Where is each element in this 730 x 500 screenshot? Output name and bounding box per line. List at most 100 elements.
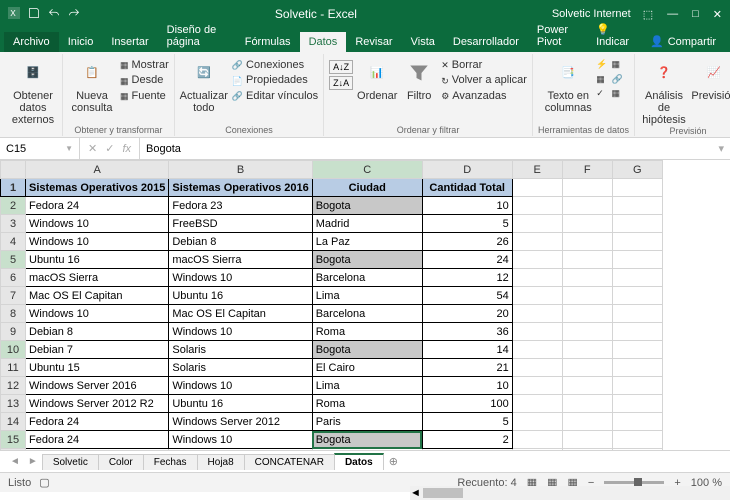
row-header[interactable]: 1 [1, 179, 26, 197]
horizontal-scrollbar[interactable]: ◄ [410, 486, 730, 500]
cell[interactable] [512, 197, 562, 215]
cell[interactable]: Roma [312, 323, 422, 341]
cell[interactable]: Windows Server 2016 [26, 377, 169, 395]
tab-inicio[interactable]: Inicio [59, 32, 103, 52]
minimize-icon[interactable]: — [667, 8, 678, 21]
cell[interactable]: Windows 10 [26, 305, 169, 323]
cell[interactable] [512, 359, 562, 377]
row-header[interactable]: 5 [1, 251, 26, 269]
cell[interactable]: Ubuntu 16 [169, 287, 312, 305]
redo-icon[interactable] [68, 7, 80, 22]
row-header[interactable]: 10 [1, 341, 26, 359]
cell[interactable]: La Paz [312, 233, 422, 251]
flash-fill-icon[interactable]: ⚡ [596, 58, 607, 71]
sort-az-icon[interactable]: A↓Z [329, 60, 353, 74]
cell[interactable]: Windows 10 [169, 269, 312, 287]
tell-me[interactable]: 💡 Indicar [587, 19, 640, 52]
col-header-D[interactable]: D [422, 161, 512, 179]
cell[interactable]: Windows Server 2012 [169, 413, 312, 431]
undo-icon[interactable] [48, 7, 60, 22]
cell[interactable]: 5 [422, 215, 512, 233]
row-header[interactable]: 15 [1, 431, 26, 449]
cell[interactable] [512, 251, 562, 269]
col-header-F[interactable]: F [562, 161, 612, 179]
cell[interactable] [422, 449, 512, 451]
save-icon[interactable] [28, 7, 40, 22]
sort-button[interactable]: 📊Ordenar [357, 56, 397, 102]
row-header[interactable]: 16 [1, 449, 26, 451]
cell[interactable] [612, 233, 662, 251]
cell[interactable] [612, 323, 662, 341]
table-header-cell[interactable]: Ciudad [312, 179, 422, 197]
cell[interactable]: Roma [312, 395, 422, 413]
cell[interactable] [312, 449, 422, 451]
cell[interactable] [562, 395, 612, 413]
cell[interactable] [612, 305, 662, 323]
cell[interactable]: El Cairo [312, 359, 422, 377]
cell[interactable] [512, 179, 562, 197]
cell[interactable]: 2 [422, 431, 512, 449]
cell[interactable]: Windows Server 2012 R2 [26, 395, 169, 413]
cell[interactable] [512, 377, 562, 395]
recent-sources[interactable]: ▦ Fuente [120, 89, 169, 104]
cell[interactable]: Debian 8 [26, 323, 169, 341]
cell[interactable] [612, 215, 662, 233]
cell[interactable]: macOS Sierra [169, 251, 312, 269]
tab-desarrollador[interactable]: Desarrollador [444, 32, 528, 52]
cell[interactable] [612, 377, 662, 395]
cell[interactable] [612, 269, 662, 287]
row-header[interactable]: 9 [1, 323, 26, 341]
cell[interactable] [512, 341, 562, 359]
cell[interactable] [612, 287, 662, 305]
cell[interactable] [562, 359, 612, 377]
tab-power-pivot[interactable]: Power Pivot [528, 20, 587, 52]
consolidate-icon[interactable]: ▦ [611, 58, 622, 71]
cell[interactable] [169, 449, 312, 451]
cell[interactable]: Debian 8 [169, 233, 312, 251]
cell[interactable]: Mac OS El Capitan [169, 305, 312, 323]
cell[interactable]: Debian 7 [26, 341, 169, 359]
cell[interactable]: Fedora 24 [26, 197, 169, 215]
cell[interactable]: 54 [422, 287, 512, 305]
cell[interactable]: Ubuntu 16 [26, 251, 169, 269]
cell[interactable] [612, 179, 662, 197]
cell[interactable] [562, 449, 612, 451]
show-queries[interactable]: ▦ Mostrar [120, 58, 169, 73]
cell[interactable] [562, 431, 612, 449]
sheet-tab-solvetic[interactable]: Solvetic [42, 454, 99, 470]
fx-icon[interactable]: fx [122, 143, 131, 155]
row-header[interactable]: 11 [1, 359, 26, 377]
filter-button[interactable]: Filtro [401, 56, 437, 102]
reapply-filter[interactable]: ↻ Volver a aplicar [441, 73, 527, 88]
relationships-icon[interactable]: 🔗 [611, 73, 622, 86]
cell[interactable]: 12 [422, 269, 512, 287]
data-validation-icon[interactable]: ✓ [596, 87, 607, 100]
edit-links[interactable]: 🔗 Editar vínculos [232, 89, 318, 104]
row-header[interactable]: 3 [1, 215, 26, 233]
refresh-all-button[interactable]: 🔄Actualizar todo [180, 56, 228, 114]
cell[interactable] [512, 305, 562, 323]
cell[interactable]: FreeBSD [169, 215, 312, 233]
row-header[interactable]: 12 [1, 377, 26, 395]
cell[interactable] [612, 341, 662, 359]
maximize-icon[interactable]: □ [692, 8, 699, 21]
cell[interactable] [612, 413, 662, 431]
enter-icon[interactable]: ✓ [105, 142, 114, 155]
cell[interactable]: Lima [312, 287, 422, 305]
tab-fórmulas[interactable]: Fórmulas [236, 32, 300, 52]
cell[interactable]: 20 [422, 305, 512, 323]
forecast-button[interactable]: 📈Previsión [692, 56, 730, 102]
cell[interactable] [562, 287, 612, 305]
cell[interactable] [512, 269, 562, 287]
cell[interactable] [562, 413, 612, 431]
cell[interactable] [562, 179, 612, 197]
cell[interactable]: Barcelona [312, 269, 422, 287]
name-box[interactable]: C15▼ [0, 138, 80, 159]
cell[interactable] [562, 251, 612, 269]
row-header[interactable]: 8 [1, 305, 26, 323]
cell[interactable] [512, 233, 562, 251]
cell[interactable]: Fedora 24 [26, 431, 169, 449]
row-header[interactable]: 7 [1, 287, 26, 305]
close-icon[interactable]: ✕ [713, 8, 722, 21]
cell[interactable] [562, 269, 612, 287]
